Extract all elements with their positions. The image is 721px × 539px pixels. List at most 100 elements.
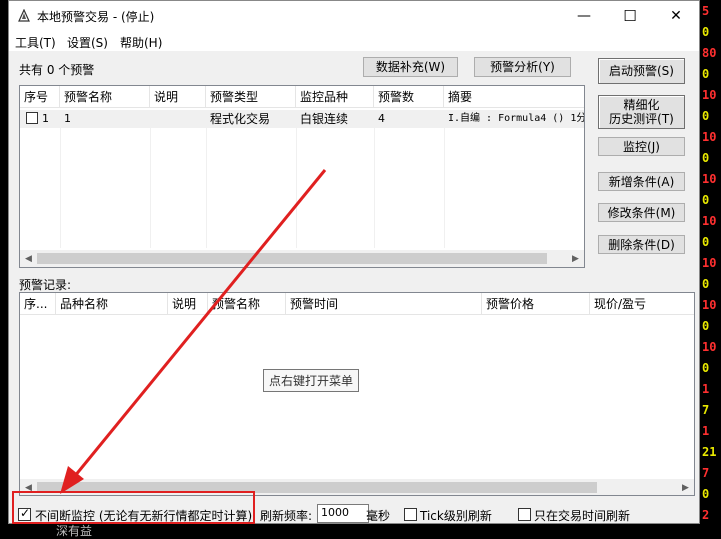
background-value: 10 [702,214,717,228]
start-alert-button[interactable]: 启动预警(S) [598,58,685,84]
table-row[interactable]: 1 1 程式化交易 白银连续 4 I.自编 : Formula4 () 1分 [20,110,585,128]
refine-label-line1: 精细化 [623,98,660,112]
maximize-button[interactable]: ☐ [607,1,653,31]
scroll-thumb[interactable] [37,253,547,264]
grid-line [60,128,61,248]
minimize-icon: — [577,8,591,24]
grid-line [374,128,375,248]
background-value: 21 [702,445,717,459]
monitor-button[interactable]: 监控(J) [598,137,685,156]
background-app-right: 5 0 80 0 10 0 10 0 10 0 10 0 10 0 10 0 10 0 1 7 1 21 7 0 2 [698,0,721,539]
alert-analysis-label: 预警分析(Y) [490,60,555,74]
monitor-label: 监控(J) [623,139,660,154]
menu-help[interactable]: 帮助(H) [120,34,162,51]
background-value: 0 [702,361,710,375]
background-app-left [0,0,8,539]
row-index: 1 [42,112,49,125]
title-bar[interactable]: 本地预警交易 - (停止) — ☐ ✕ [9,1,699,31]
background-value: 0 [702,109,710,123]
col-summary[interactable]: 摘要 [444,86,584,108]
grid-line [206,128,207,248]
background-value: 7 [702,466,710,480]
refresh-rate-input[interactable]: 1000 [317,504,369,523]
background-value: 7 [702,403,710,417]
background-value: 10 [702,172,717,186]
background-value: 0 [702,67,710,81]
background-value: 0 [702,25,710,39]
background-value: 1 [702,382,710,396]
close-icon: ✕ [670,8,682,24]
scroll-left-icon[interactable]: ◀ [20,250,37,267]
row-alert-type: 程式化交易 [210,112,271,126]
modify-condition-label: 修改条件(M) [607,205,676,220]
col-rec-alert-name[interactable]: 预警名称 [208,293,286,315]
background-value: 80 [702,46,717,60]
col-alert-name[interactable]: 预警名称 [60,86,150,108]
app-icon [18,9,30,22]
records-label: 预警记录: [19,278,72,292]
col-index[interactable]: 序号 [20,86,60,108]
window-title: 本地预警交易 - (停止) [37,10,155,24]
row-description [150,110,206,128]
alert-count-label: 共有 0 个预警 [19,63,95,77]
col-rec-alert-price[interactable]: 预警价格 [482,293,590,315]
background-value: 5 [702,4,710,18]
col-alert-type[interactable]: 预警类型 [206,86,296,108]
background-value: 0 [702,151,710,165]
grid-line [444,128,445,248]
background-value: 10 [702,256,717,270]
col-rec-symbol[interactable]: 品种名称 [56,293,168,315]
modify-condition-button[interactable]: 修改条件(M) [598,203,685,222]
background-value: 10 [702,88,717,102]
background-bottom-text: 深有益 [56,524,93,538]
delete-condition-label: 删除条件(D) [608,237,675,252]
delete-condition-button[interactable]: 删除条件(D) [598,235,685,254]
records-table-header: 序... 品种名称 说明 预警名称 预警时间 预警价格 现价/盈亏 [20,293,694,315]
row-summary: I.自编 : Formula4 () 1分 [448,113,585,124]
menu-tools[interactable]: 工具(T) [15,34,56,51]
trading-time-checkbox[interactable] [518,508,531,521]
annotation-highlight-box [12,491,255,524]
row-alert-count: 4 [378,112,385,125]
background-value: 1 [702,424,710,438]
scroll-right-icon[interactable]: ▶ [567,250,584,267]
col-description[interactable]: 说明 [150,86,206,108]
background-value: 0 [702,319,710,333]
records-table[interactable]: 序... 品种名称 说明 预警名称 预警时间 预警价格 现价/盈亏 ◀ ▶ [19,292,695,496]
data-supplement-button[interactable]: 数据补充(W) [363,57,458,77]
col-symbol[interactable]: 监控品种 [296,86,374,108]
maximize-icon: ☐ [623,7,637,25]
close-button[interactable]: ✕ [653,1,699,31]
row-alert-name: 1 [64,112,71,125]
background-value: 2 [702,508,710,522]
start-alert-label: 启动预警(S) [609,64,674,78]
alerts-table-header: 序号 预警名称 说明 预警类型 监控品种 预警数 摘要 [20,86,584,108]
tick-refresh-checkbox[interactable] [404,508,417,521]
tick-refresh-label: Tick级别刷新 [420,509,492,523]
data-supplement-label: 数据补充(W) [375,60,446,74]
background-app-bottom: 深有益 [0,522,721,539]
alerts-table-hscrollbar[interactable]: ◀ ▶ [20,250,584,267]
refine-backtest-button[interactable]: 精细化 历史测评(T) [598,95,685,129]
menu-settings[interactable]: 设置(S) [67,34,108,51]
refresh-rate-label: 刷新频率: [260,509,313,523]
alert-analysis-button[interactable]: 预警分析(Y) [474,57,571,77]
row-checkbox[interactable] [26,112,38,124]
col-rec-price-pnl[interactable]: 现价/盈亏 [590,293,694,315]
col-rec-alert-time[interactable]: 预警时间 [286,293,482,315]
col-rec-description[interactable]: 说明 [168,293,208,315]
grid-line [296,128,297,248]
context-menu-hint: 点右键打开菜单 [263,369,360,392]
col-alert-count[interactable]: 预警数 [374,86,444,108]
menu-bar: 工具(T) 设置(S) 帮助(H) [9,31,699,51]
scroll-right-icon[interactable]: ▶ [677,479,694,495]
refine-label-line2: 历史测评(T) [609,112,674,126]
add-condition-button[interactable]: 新增条件(A) [598,172,685,191]
trading-time-label: 只在交易时间刷新 [534,509,631,523]
background-value: 0 [702,277,710,291]
alert-trading-window: 本地预警交易 - (停止) — ☐ ✕ 工具(T) 设置(S) 帮助(H) 共有… [8,0,700,524]
row-symbol: 白银连续 [300,112,349,126]
alerts-table[interactable]: 序号 预警名称 说明 预警类型 监控品种 预警数 摘要 1 1 程式化交易 白银… [19,85,585,268]
col-rec-index[interactable]: 序... [20,293,56,315]
minimize-button[interactable]: — [561,1,607,31]
